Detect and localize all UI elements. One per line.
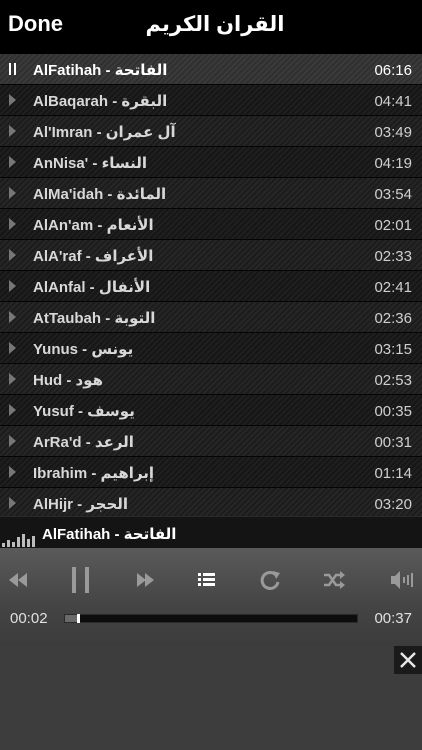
track-row[interactable]: AlAnfal - الأنفال 02:41 [0,271,422,302]
ad-area [0,646,422,750]
track-list: AlFatihah - الفاتحة 06:16 AlBaqarah - البق… [0,54,422,516]
pause-indicator-icon [9,63,17,75]
play-indicator-icon [9,311,16,323]
track-name: ArRa'd - الرعد [33,434,134,451]
play-indicator-icon [9,280,16,292]
track-row[interactable]: AlA'raf - الأعراف 02:33 [0,240,422,271]
track-duration: 03:49 [374,124,412,141]
track-duration: 00:35 [374,403,412,420]
track-name: Hud - هود [33,372,104,389]
seek-progress [65,615,77,622]
track-duration: 02:33 [374,248,412,265]
equalizer-icon [2,531,38,547]
track-row[interactable]: AtTaubah - التوبة 02:36 [0,302,422,333]
track-row[interactable]: Al'Imran - آل عمران 03:49 [0,116,422,147]
track-row[interactable]: Yunus - يونس 03:15 [0,333,422,364]
track-row[interactable]: ArRa'd - الرعد 00:31 [0,426,422,457]
play-indicator-icon [9,187,16,199]
play-indicator-icon [9,435,16,447]
track-row[interactable]: AlHijr - الحجر 03:20 [0,488,422,516]
track-name: Ibrahim - إبراهيم [33,465,155,482]
seek-slider[interactable] [64,614,358,623]
playlist-icon[interactable] [195,565,221,595]
close-icon[interactable] [394,646,422,674]
play-indicator-icon [9,249,16,261]
track-row[interactable]: AlMa'idah - المائدة 03:54 [0,178,422,209]
play-indicator-icon [9,156,16,168]
play-indicator-icon [9,218,16,230]
track-duration: 02:01 [374,217,412,234]
elapsed-time: 00:02 [10,610,48,627]
track-duration: 04:19 [374,155,412,172]
track-duration: 00:31 [374,434,412,451]
play-indicator-icon [9,497,16,509]
repeat-icon[interactable] [257,565,283,595]
track-name: AlAnfal - الأنفال [33,279,151,296]
track-duration: 06:16 [374,62,412,79]
pause-icon[interactable] [68,565,94,595]
rewind-icon[interactable] [6,565,32,595]
track-row[interactable]: AlFatihah - الفاتحة 06:16 [0,54,422,85]
track-name: Yusuf - يوسف [33,403,135,420]
header-bar: Done القران الكريم [0,0,422,54]
track-name: AtTaubah - التوبة [33,310,156,327]
track-row[interactable]: Ibrahim - إبراهيم 01:14 [0,457,422,488]
track-row[interactable]: AlAn'am - الأنعام 02:01 [0,209,422,240]
track-name: AlFatihah - الفاتحة [33,62,168,79]
track-duration: 02:53 [374,372,412,389]
track-row[interactable]: AlBaqarah - البقرة 04:41 [0,85,422,116]
track-duration: 01:14 [374,465,412,482]
track-duration: 02:41 [374,279,412,296]
track-duration: 02:36 [374,310,412,327]
track-name: AlHijr - الحجر [33,496,129,513]
play-indicator-icon [9,342,16,354]
track-name: Al'Imran - آل عمران [33,124,176,141]
track-row[interactable]: Yusuf - يوسف 00:35 [0,395,422,426]
track-row[interactable]: AnNisa' - النساء 04:19 [0,147,422,178]
player-controls: 00:02 00:37 [0,548,422,646]
play-indicator-icon [9,125,16,137]
play-indicator-icon [9,94,16,106]
track-duration: 04:41 [374,93,412,110]
track-name: AnNisa' - النساء [33,155,148,172]
track-name: AlAn'am - الأنعام [33,217,154,234]
shuffle-icon[interactable] [321,565,347,595]
seek-handle[interactable] [76,614,80,623]
play-indicator-icon [9,373,16,385]
track-duration: 03:54 [374,186,412,203]
volume-icon[interactable] [388,565,414,595]
track-name: AlMa'idah - المائدة [33,186,167,203]
fast-forward-icon[interactable] [132,565,158,595]
play-indicator-icon [9,466,16,478]
total-time: 00:37 [374,610,412,627]
track-name: Yunus - يونس [33,341,134,358]
track-duration: 03:20 [374,496,412,513]
now-playing-bar: AlFatihah - الفاتحة [0,516,422,548]
track-name: AlA'raf - الأعراف [33,248,154,265]
now-playing-title: AlFatihah - الفاتحة [42,526,177,543]
track-duration: 03:15 [374,341,412,358]
page-title: القران الكريم [145,13,285,36]
play-indicator-icon [9,404,16,416]
track-name: AlBaqarah - البقرة [33,93,168,110]
track-row[interactable]: Hud - هود 02:53 [0,364,422,395]
